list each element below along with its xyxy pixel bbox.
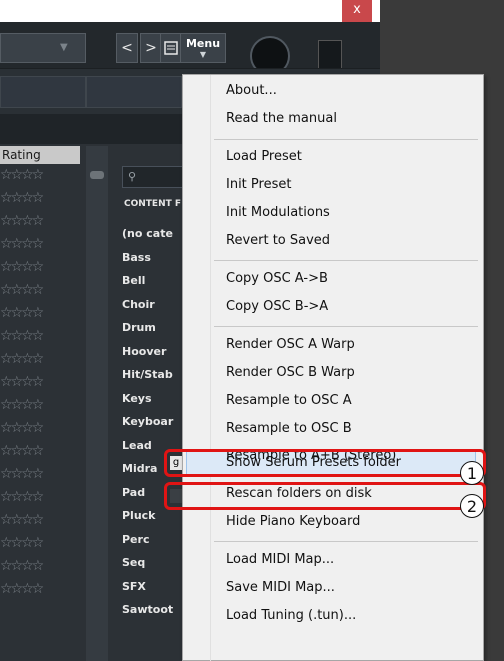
category-item[interactable]: Choir <box>122 293 186 317</box>
category-item[interactable]: Bell <box>122 269 186 293</box>
menu-separator <box>214 139 478 140</box>
menu-item-render-osc-b-warp[interactable]: Render OSC B Warp <box>226 360 355 386</box>
menu-item-load-midi-map[interactable]: Load MIDI Map... <box>226 547 334 573</box>
menu-item-revert-to-saved[interactable]: Revert to Saved <box>226 228 330 254</box>
scrollbar-thumb[interactable] <box>90 171 104 179</box>
close-button[interactable]: x <box>342 0 372 22</box>
menu-item-load-tuning[interactable]: Load Tuning (.tun)... <box>226 603 356 629</box>
menu-item-render-osc-a-warp[interactable]: Render OSC A Warp <box>226 332 355 358</box>
rating-stars[interactable]: ☆☆☆☆ <box>0 578 80 601</box>
menu-item-resample-osc-a[interactable]: Resample to OSC A <box>226 388 352 414</box>
rating-stars[interactable]: ☆☆☆☆ <box>0 486 80 509</box>
content-category-header[interactable]: CONTENT F <box>124 199 181 209</box>
menu-item-hide-piano-keyboard[interactable]: Hide Piano Keyboard <box>226 509 360 535</box>
category-item[interactable]: Seq <box>122 551 186 575</box>
rating-stars[interactable]: ☆☆☆☆ <box>0 371 80 394</box>
rating-stars[interactable]: ☆☆☆☆ <box>0 187 80 210</box>
rating-stars[interactable]: ☆☆☆☆ <box>0 256 80 279</box>
rating-stars[interactable]: ☆☆☆☆ <box>0 325 80 348</box>
rating-stars[interactable]: ☆☆☆☆ <box>0 302 80 325</box>
rating-stars[interactable]: ☆☆☆☆ <box>0 164 80 187</box>
category-item[interactable]: SFX <box>122 575 186 599</box>
category-item[interactable]: Keyboar <box>122 410 186 434</box>
callout-number-2: 2 <box>460 494 484 518</box>
browser-icon <box>164 41 178 55</box>
menu-item-about[interactable]: About... <box>226 78 277 104</box>
menu-item-save-midi-map[interactable]: Save MIDI Map... <box>226 575 335 601</box>
category-item[interactable]: Perc <box>122 528 186 552</box>
menu-item-init-preset[interactable]: Init Preset <box>226 172 291 198</box>
rating-stars[interactable]: ☆☆☆☆ <box>0 463 80 486</box>
rating-stars[interactable]: ☆☆☆☆ <box>0 279 80 302</box>
category-item[interactable]: Bass <box>122 246 186 270</box>
menu-item-copy-osc-b-a[interactable]: Copy OSC B->A <box>226 294 328 320</box>
rating-stars[interactable]: ☆☆☆☆ <box>0 555 80 578</box>
rating-list: ☆☆☆☆ ☆☆☆☆ ☆☆☆☆ ☆☆☆☆ ☆☆☆☆ ☆☆☆☆ ☆☆☆☆ ☆☆☆☆ ☆☆☆☆ ☆☆☆☆… <box>0 164 80 601</box>
menu-gutter <box>210 75 211 661</box>
category-item[interactable]: Hit/Stab <box>122 363 186 387</box>
menu-button[interactable]: Menu ▼ <box>180 33 226 63</box>
rating-stars[interactable]: ☆☆☆☆ <box>0 348 80 371</box>
menu-item-resample-osc-b[interactable]: Resample to OSC B <box>226 416 352 442</box>
rating-stars[interactable]: ☆☆☆☆ <box>0 394 80 417</box>
previous-preset-button[interactable]: < <box>116 33 138 63</box>
callout-box-2 <box>164 482 486 510</box>
menu-dropdown-icon: ▼ <box>199 50 207 59</box>
rating-column-header[interactable]: Rating <box>0 146 80 164</box>
menu-item-load-preset[interactable]: Load Preset <box>226 144 302 170</box>
menu-item-copy-osc-a-b[interactable]: Copy OSC A->B <box>226 266 328 292</box>
menu-separator <box>214 326 478 327</box>
category-item[interactable]: (no cate <box>122 222 186 246</box>
rating-stars[interactable]: ☆☆☆☆ <box>0 440 80 463</box>
category-item[interactable]: Hoover <box>122 340 186 364</box>
category-list: (no cate Bass Bell Choir Drum Hoover Hit/Stab K… <box>122 222 186 622</box>
browser-scrollbar[interactable] <box>86 146 108 661</box>
subtab-left[interactable] <box>0 76 86 108</box>
menu-separator <box>214 541 478 542</box>
rating-stars[interactable]: ☆☆☆☆ <box>0 210 80 233</box>
category-item[interactable]: Keys <box>122 387 186 411</box>
search-icon: ⚲ <box>128 170 137 183</box>
rating-stars[interactable]: ☆☆☆☆ <box>0 417 80 440</box>
rating-stars[interactable]: ☆☆☆☆ <box>0 509 80 532</box>
category-item[interactable]: Drum <box>122 316 186 340</box>
category-item[interactable]: Sawtoot <box>122 598 186 622</box>
menu-separator <box>214 260 478 261</box>
preset-dropdown-icon[interactable]: ▼ <box>60 42 76 54</box>
rating-stars[interactable]: ☆☆☆☆ <box>0 532 80 555</box>
menu-item-init-modulations[interactable]: Init Modulations <box>226 200 330 226</box>
subtab-middle[interactable] <box>86 76 182 108</box>
menu-item-read-manual[interactable]: Read the manual <box>226 106 337 132</box>
title-bar <box>0 0 380 22</box>
rating-stars[interactable]: ☆☆☆☆ <box>0 233 80 256</box>
callout-box-1 <box>164 449 486 477</box>
callout-number-1: 1 <box>460 461 484 485</box>
next-preset-button[interactable]: > <box>140 33 162 63</box>
menu-button-label: Menu <box>185 37 221 50</box>
preset-browser-button[interactable] <box>160 33 182 63</box>
